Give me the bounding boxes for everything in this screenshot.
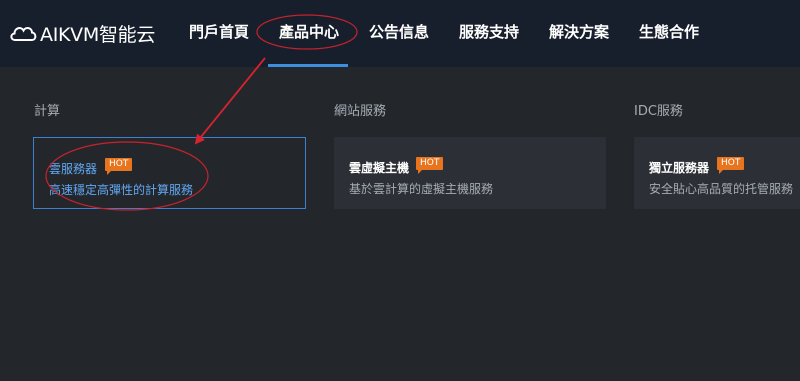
category-title-idc-services: IDC服務 xyxy=(634,104,683,119)
nav-item-home[interactable]: 門戶首頁 xyxy=(189,22,249,42)
nav-item-ecosystem[interactable]: 生態合作 xyxy=(639,22,699,42)
nav-item-products[interactable]: 產品中心 xyxy=(279,22,339,42)
hot-badge: HOT xyxy=(105,158,133,175)
category-title-compute: 計算 xyxy=(34,104,61,119)
product-description: 基於雲計算的虛擬主機服務 xyxy=(349,182,494,196)
active-nav-indicator xyxy=(268,64,348,67)
product-card-dedicated-server[interactable]: 獨立服務器 HOT 安全貼心高品質的托管服務 xyxy=(634,137,800,209)
nav-item-announcements[interactable]: 公告信息 xyxy=(369,22,429,42)
brand-logo[interactable]: AIKVM智能云 xyxy=(8,20,155,46)
product-name: 雲虛擬主機 xyxy=(349,161,410,175)
hot-badge: HOT xyxy=(717,157,745,174)
product-description: 安全貼心高品質的托管服務 xyxy=(649,182,794,196)
category-title-web-services: 網站服務 xyxy=(334,104,387,119)
product-description: 高速穩定高彈性的計算服務 xyxy=(49,183,194,197)
brand-name: AIKVM智能云 xyxy=(40,23,156,46)
product-name: 雲服務器 xyxy=(49,162,98,176)
top-navigation-bar: AIKVM智能云 門戶首頁 產品中心 公告信息 服務支持 解決方案 生態合作 xyxy=(0,0,800,67)
product-card-virtual-host[interactable]: 雲虛擬主機 HOT 基於雲計算的虛擬主機服務 xyxy=(334,137,606,209)
cloud-logo-icon xyxy=(10,27,37,41)
nav-item-solutions[interactable]: 解決方案 xyxy=(549,22,609,42)
annotation-arrow xyxy=(194,57,266,145)
product-card-cloud-server[interactable]: 雲服務器 HOT 高速穩定高彈性的計算服務 xyxy=(33,137,306,209)
hot-badge: HOT xyxy=(416,157,444,174)
product-name: 獨立服務器 xyxy=(649,161,710,175)
nav-item-support[interactable]: 服務支持 xyxy=(459,22,519,42)
